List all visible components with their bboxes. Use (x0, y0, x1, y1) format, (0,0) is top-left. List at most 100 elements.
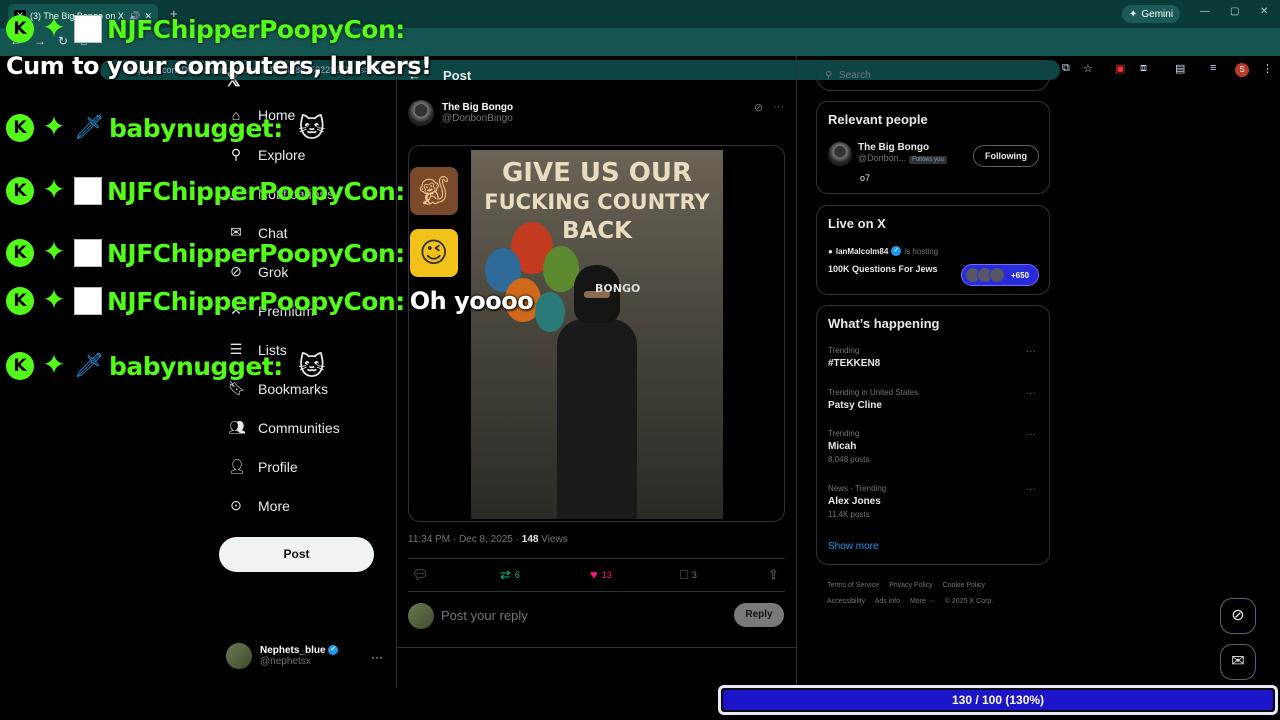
hosting-label: is hosting (904, 246, 939, 256)
more-dots-icon[interactable]: ··· (1026, 346, 1036, 357)
footer-link[interactable]: Cookie Policy (943, 582, 985, 589)
browser-menu-icon[interactable]: ⋮ (1262, 62, 1273, 75)
search-input[interactable]: ⚲ Search (816, 61, 1050, 91)
listeners-pill[interactable]: +650 (961, 264, 1039, 286)
footer-link[interactable]: Privacy Policy (889, 582, 933, 589)
share-action[interactable]: ⇪ (768, 567, 779, 583)
adblock-icon[interactable]: ▣ (1115, 62, 1125, 75)
space-title[interactable]: 100K Questions For Jews (828, 264, 938, 274)
extensions-icon[interactable]: ⧈ (1140, 62, 1147, 75)
cast-icon[interactable]: ⧉ (1062, 62, 1070, 75)
window-close-icon[interactable]: ✕ (1260, 6, 1268, 17)
trend-item[interactable]: News · Trending Alex Jones 11.4K posts (828, 484, 886, 519)
poster-line-2: FUCKING COUNTRY (484, 190, 710, 214)
card-title: Live on X (828, 216, 886, 231)
person-row[interactable]: The Big Bongo @Donbon... Follows you (828, 142, 947, 166)
trend-title: Alex Jones (828, 496, 881, 507)
more-dots-icon[interactable]: ··· (1026, 484, 1036, 495)
host-name: IanMalcolm84 (835, 246, 889, 256)
nav-profile[interactable]: 👤︎ Profile (228, 458, 298, 475)
nav-communities[interactable]: 👥︎ Communities (228, 419, 340, 436)
share-icon: ⇪ (768, 567, 779, 582)
trend-title: Patsy Cline (828, 400, 882, 411)
chat-username: NJFChipperPoopyCon: (107, 176, 405, 206)
sword-badge-icon: 🗡︎ (74, 352, 105, 379)
footer-link[interactable]: More ··· (910, 598, 935, 605)
cat-emote-icon: 🐱︎ (298, 113, 326, 143)
star-badge-icon: ✦ (42, 111, 66, 142)
gemini-label: Gemini (1141, 8, 1174, 20)
kick-badge-icon: K (6, 287, 34, 315)
reply-icon: 💬︎ (412, 567, 429, 582)
avatar (408, 603, 434, 629)
chat-username: NJFChipperPoopyCon: (107, 238, 405, 268)
people-icon: 👥︎ (228, 419, 246, 435)
trend-context: News · Trending (828, 484, 887, 493)
host-avatar-icon: ● (828, 246, 833, 256)
star-badge-icon: ✦ (42, 284, 66, 315)
footer-link[interactable]: Terms of Service (827, 582, 879, 589)
reply-button[interactable]: Reply (734, 603, 784, 627)
wink-emote-icon: 😉︎ (409, 229, 458, 277)
kick-badge-icon: K (6, 239, 34, 267)
bookmark-star-icon[interactable]: ☆ (1083, 62, 1093, 75)
account-switcher[interactable]: Nephets_blue ✓ @nephetsx (226, 643, 339, 669)
bookmark-action[interactable]: ⎕ 3 (680, 567, 697, 583)
post-button[interactable]: Post (219, 537, 374, 572)
post-author[interactable]: The Big Bongo @DonbonBingo (408, 100, 513, 126)
following-button[interactable]: Following (973, 145, 1039, 167)
sidebar-icon[interactable]: ▤ (1175, 62, 1185, 75)
mail-icon: ✉ (1231, 653, 1245, 670)
star-badge-icon: ✦ (42, 12, 66, 43)
messages-fab[interactable]: ✉ (1220, 644, 1256, 680)
live-host[interactable]: ● IanMalcolm84 ✓ is hosting (828, 246, 938, 256)
reply-input[interactable]: Post your reply (441, 608, 528, 623)
card-title: Relevant people (828, 112, 928, 127)
gemini-button[interactable]: ✦ Gemini (1122, 5, 1181, 23)
trend-item[interactable]: Trending in United States Patsy Cline (828, 388, 918, 411)
trend-item[interactable]: Trending #TEKKEN8 (828, 346, 880, 369)
broken-image-badge-icon (74, 239, 102, 267)
avatar (226, 643, 252, 669)
grok-icon: ⊘ (1231, 607, 1245, 624)
more-dots-icon[interactable]: ··· (1026, 388, 1036, 399)
broken-image-badge-icon (74, 15, 102, 43)
cat-emote-icon: 🐱︎ (298, 351, 326, 381)
footer-link[interactable]: Accessibility (827, 598, 865, 605)
trend-count: 11.4K posts (828, 510, 870, 519)
maximize-icon[interactable]: ▢ (1230, 6, 1239, 17)
trend-item[interactable]: Trending Micah 8,048 posts (828, 429, 869, 464)
media-icon[interactable]: ≡ (1210, 62, 1216, 74)
goal-progress-text: 130 / 100 (130%) (951, 693, 1045, 707)
kick-badge-icon: K (6, 352, 34, 380)
person-handle: @Donbon... (858, 153, 907, 163)
listener-count: +650 (1011, 270, 1030, 280)
heart-icon: ♥ (590, 567, 598, 582)
chat-username: NJFChipperPoopyCon: (107, 14, 405, 44)
minimize-icon[interactable]: — (1200, 6, 1210, 17)
views-count: 148 (521, 534, 539, 545)
repost-action[interactable]: ⇄ 6 (500, 567, 520, 583)
nav-more[interactable]: ⊙ More (228, 497, 290, 514)
reply-action[interactable]: 💬︎ (412, 567, 429, 583)
gemini-icon: ✦ (1129, 8, 1138, 20)
repost-count: 6 (514, 570, 520, 580)
grok-fab[interactable]: ⊘ (1220, 598, 1256, 634)
post-top-icons: ⊘ ··· (754, 101, 784, 114)
more-dots-icon[interactable]: ··· (371, 650, 383, 664)
chat-message: K ✦ NJFChipperPoopyCon: (6, 14, 405, 44)
grok-icon[interactable]: ⊘ (754, 101, 763, 114)
broken-image-badge-icon (74, 177, 102, 205)
bookmark-icon: ⎕ (680, 567, 688, 582)
post-image[interactable]: GIVE US OUR FUCKING COUNTRY BACK BONGO (408, 145, 785, 522)
more-dots-icon[interactable]: ··· (773, 101, 784, 114)
browser-profile-avatar[interactable]: S (1235, 63, 1249, 77)
chat-message: K ✦ NJFChipperPoopyCon: 😉︎ (6, 229, 458, 277)
footer-link[interactable]: Ads info (875, 598, 900, 605)
person-name: The Big Bongo (858, 142, 930, 153)
show-more-link[interactable]: Show more (828, 541, 879, 552)
search-icon: ⚲ (825, 70, 833, 81)
more-dots-icon[interactable]: ··· (1026, 429, 1036, 440)
like-action[interactable]: ♥ 13 (590, 567, 612, 582)
nav-label: More (258, 497, 290, 514)
